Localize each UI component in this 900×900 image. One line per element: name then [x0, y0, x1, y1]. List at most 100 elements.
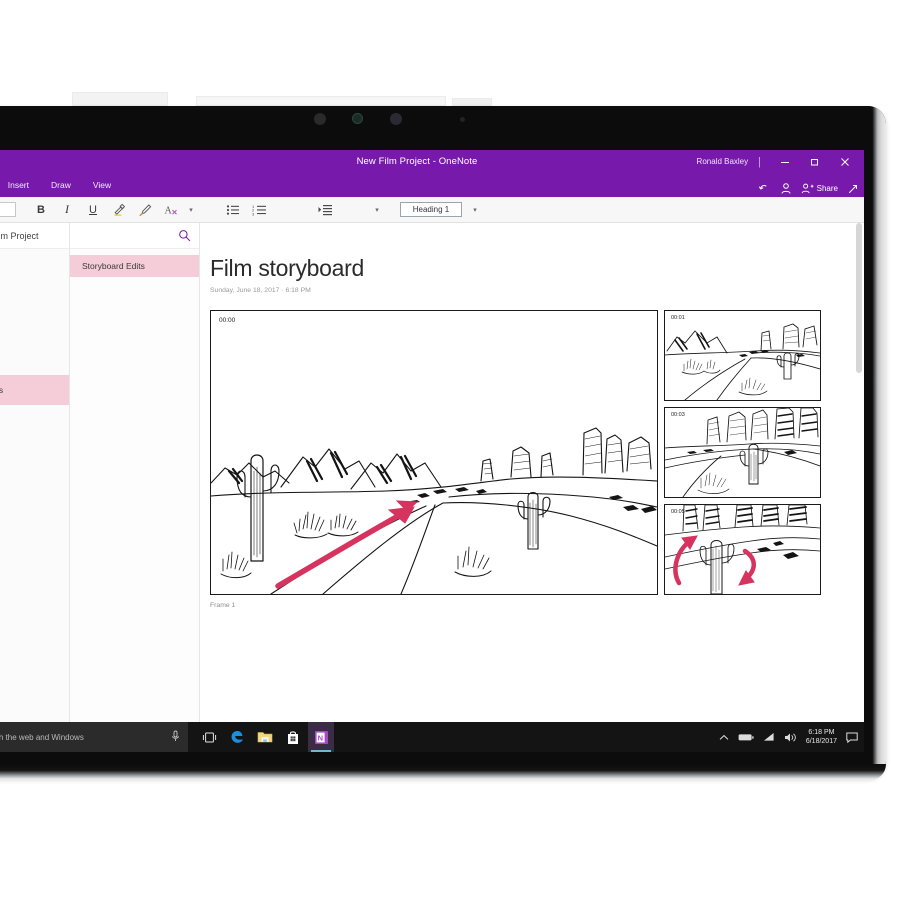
italic-button[interactable]: I: [54, 198, 80, 222]
clear-formatting-icon[interactable]: A: [158, 198, 184, 222]
frame-timecode: 00:00: [219, 317, 235, 324]
storyboard-frame-3[interactable]: 00:03: [664, 407, 821, 498]
page-list-panel: Storyboard Edits + Page: [70, 223, 200, 752]
onenote-icon[interactable]: N: [308, 722, 334, 752]
section-item-storyboards[interactable]: ryboards: [0, 375, 69, 405]
search-input[interactable]: Search the web and Windows: [0, 733, 84, 742]
page-search-bar: [70, 223, 199, 249]
status-led-icon: [460, 117, 465, 122]
section-label: ryboards: [0, 385, 3, 395]
ribbon-tab-strip: e Insert Draw View Share: [0, 173, 864, 197]
window-title-bar: New Film Project - OneNote Ronald Baxley…: [0, 150, 864, 173]
svg-text:A: A: [164, 205, 172, 216]
storyboard-frame-main[interactable]: 00:00: [210, 310, 658, 595]
underline-button[interactable]: U: [80, 198, 106, 222]
share-icon[interactable]: [801, 182, 814, 195]
clock-time: 6:18 PM: [806, 728, 837, 737]
page-label: Storyboard Edits: [82, 261, 145, 271]
page-item-storyboard-edits[interactable]: Storyboard Edits: [70, 255, 199, 277]
desert-sketch-main: [211, 311, 657, 594]
undo-icon[interactable]: [758, 182, 771, 195]
search-icon[interactable]: [178, 229, 191, 247]
share-label[interactable]: Share: [817, 184, 838, 193]
device-chassis-right: [864, 106, 886, 778]
svg-text:N: N: [317, 733, 322, 742]
windows-taskbar: Search the web and Windows: [0, 722, 864, 752]
notebook-name[interactable]: New Film Project: [0, 223, 69, 249]
front-camera-icon: [352, 113, 363, 124]
battery-icon[interactable]: [738, 733, 754, 742]
desert-sketch-2: [665, 311, 820, 400]
storyboard-frame-2[interactable]: 00:01: [664, 310, 821, 401]
tab-view[interactable]: View: [82, 173, 122, 197]
numbering-icon[interactable]: 1 2 3: [246, 198, 272, 222]
system-tray: 6:18 PM 6/18/2017: [719, 728, 864, 747]
ribbon-toolbar: 20 B I U: [0, 197, 864, 223]
volume-icon[interactable]: [784, 732, 797, 743]
format-painter-icon[interactable]: [132, 198, 158, 222]
microphone-icon[interactable]: [171, 730, 180, 744]
section-item-props[interactable]: ps: [0, 255, 69, 285]
storyboard-thumbnails: 00:01: [664, 310, 821, 595]
svg-text:3: 3: [252, 211, 255, 216]
screenshot-scene: New Film Project - OneNote Ronald Baxley…: [0, 0, 900, 900]
font-size-input[interactable]: 20: [0, 202, 16, 217]
storyboard-container: 00:00: [210, 310, 864, 595]
edge-icon[interactable]: [224, 722, 250, 752]
taskbar-clock[interactable]: 6:18 PM 6/18/2017: [806, 728, 837, 747]
store-icon[interactable]: [280, 722, 306, 752]
taskbar-search-box[interactable]: Search the web and Windows: [0, 722, 188, 752]
ambient-sensor-icon: [314, 113, 326, 125]
restore-button[interactable]: [800, 150, 830, 173]
desert-sketch-4: [665, 505, 820, 594]
page-list: Storyboard Edits: [70, 249, 199, 722]
section-item-wardrobe[interactable]: rdrobe: [0, 345, 69, 375]
frame-timecode: 00:05: [671, 509, 685, 515]
list-group: 1 2 3: [220, 198, 272, 222]
minimize-button[interactable]: [770, 150, 800, 173]
ribbon-right-actions: Share: [758, 182, 859, 195]
highlight-icon[interactable]: [106, 198, 132, 222]
ir-camera-icon: [390, 113, 402, 125]
expand-ribbon-icon[interactable]: [847, 183, 859, 195]
section-item-location[interactable]: ation: [0, 285, 69, 315]
wifi-icon[interactable]: [763, 732, 775, 742]
frame-timecode: 00:03: [671, 412, 685, 418]
paragraph-style-select[interactable]: Heading 1: [400, 202, 462, 217]
account-name[interactable]: Ronald Baxley: [697, 157, 759, 166]
device-bezel: [0, 106, 886, 128]
background-object-1: [72, 92, 168, 106]
bullets-icon[interactable]: [220, 198, 246, 222]
section-item-travel[interactable]: vel: [0, 315, 69, 345]
increase-indent-icon[interactable]: [312, 198, 338, 222]
app-body: New Film Project ps ation vel rdrobe: [0, 223, 864, 752]
show-hidden-icons-chevron[interactable]: [719, 734, 729, 741]
account-icon[interactable]: [780, 182, 792, 195]
titlebar-divider: |: [758, 156, 770, 168]
styles-group: Heading 1 ▾: [384, 198, 482, 222]
background-object-3: [452, 98, 492, 106]
tab-insert[interactable]: Insert: [0, 173, 40, 197]
section-list: ps ation vel rdrobe ryboards: [0, 249, 69, 722]
background-object-2: [196, 96, 446, 106]
canvas-scrollbar[interactable]: [856, 223, 862, 752]
clock-date: 6/18/2017: [806, 737, 837, 746]
task-view-icon[interactable]: [196, 722, 222, 752]
note-canvas[interactable]: Film storyboard Sunday, June 18, 2017 · …: [200, 223, 864, 752]
desktop-background: [0, 0, 900, 110]
tab-draw[interactable]: Draw: [40, 173, 82, 197]
bold-button[interactable]: B: [28, 198, 54, 222]
storyboard-frame-4[interactable]: 00:05: [664, 504, 821, 595]
file-explorer-icon[interactable]: [252, 722, 278, 752]
text-format-group: B I U A: [28, 198, 198, 222]
close-button[interactable]: [830, 150, 860, 173]
font-more-chevron-down-icon[interactable]: ▾: [184, 198, 198, 222]
device-chassis-bottom: [0, 764, 886, 780]
section-navigation: New Film Project ps ation vel rdrobe: [0, 223, 70, 752]
canvas-scrollbar-thumb[interactable]: [856, 223, 862, 373]
indent-more-chevron-down-icon[interactable]: ▾: [370, 198, 384, 222]
page-title[interactable]: Film storyboard: [210, 255, 864, 282]
frame-timecode: 00:01: [671, 315, 685, 321]
action-center-icon[interactable]: [846, 732, 858, 743]
styles-chevron-down-icon[interactable]: ▾: [468, 198, 482, 222]
